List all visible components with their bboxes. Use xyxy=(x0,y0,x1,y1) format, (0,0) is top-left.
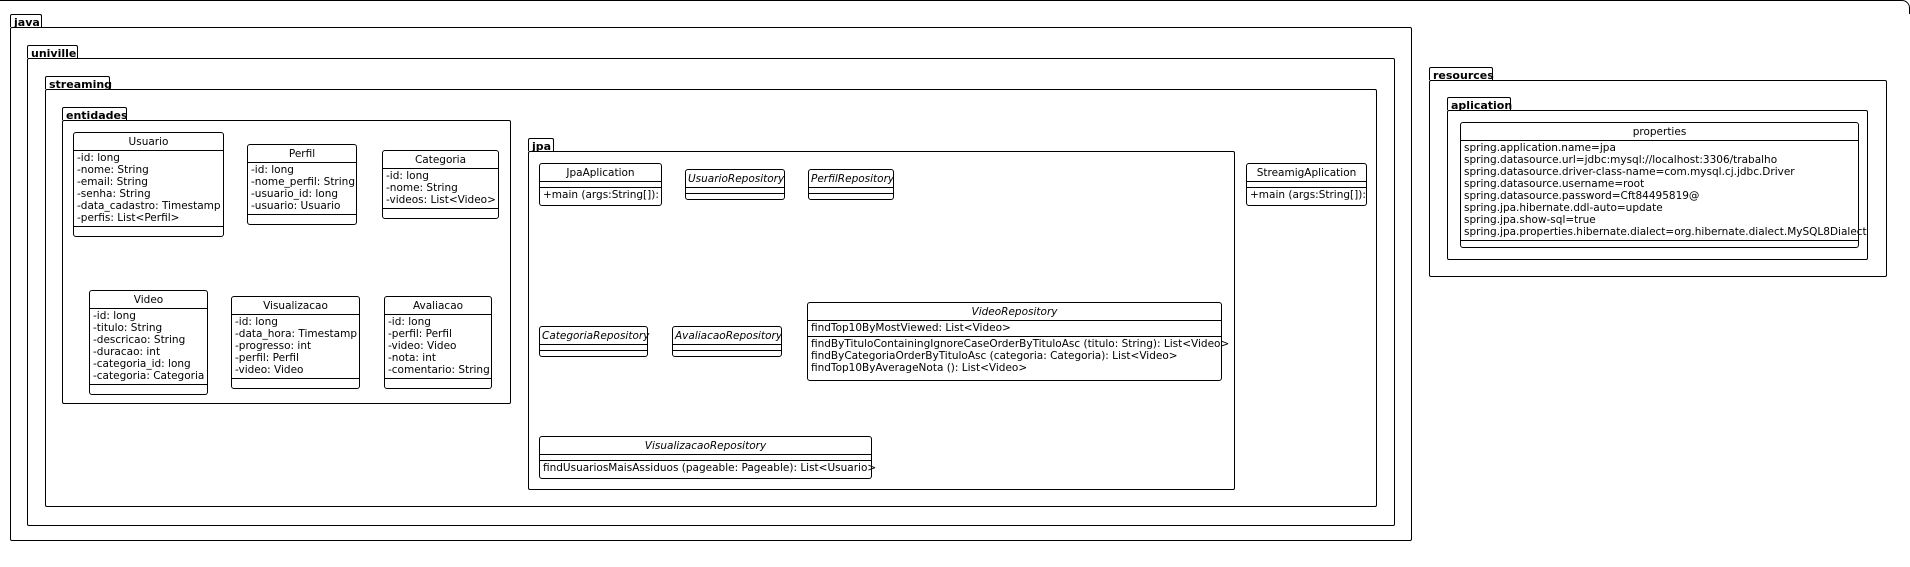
class-fields: -id: long -data_hora: Timestamp -progres… xyxy=(232,315,359,378)
method: findTop10ByAverageNota (): List<Video> xyxy=(811,362,1028,374)
field: -nome: String xyxy=(77,164,149,176)
field: -comentario: String xyxy=(388,364,490,376)
class-title: Video xyxy=(133,294,164,306)
class-fields: -id: long -nome: String -email: String -… xyxy=(74,151,223,226)
method: findUsuariosMaisAssiduos (pageable: Page… xyxy=(543,462,877,474)
field: -video: Video xyxy=(388,340,457,352)
field: -duracao: int xyxy=(93,346,161,358)
method: +main (args:String[]): xyxy=(1250,189,1366,201)
field: -usuario_id: long xyxy=(251,188,339,200)
class-title: Categoria xyxy=(414,154,467,166)
class-properties: properties spring.application.name=jpa s… xyxy=(1460,122,1867,248)
class-fields: -id: long -titulo: String -descricao: St… xyxy=(90,309,207,384)
field: -categoria_id: long xyxy=(93,358,191,370)
class-fields: -id: long -nome: String -videos: List<Vi… xyxy=(383,169,498,208)
property: spring.datasource.driver-class-name=com.… xyxy=(1464,166,1795,178)
property: spring.datasource.username=root xyxy=(1464,178,1645,190)
class-jpa-aplication: JpaAplication +main (args:String[]): xyxy=(539,163,662,206)
field: -id: long xyxy=(388,316,431,328)
field: -email: String xyxy=(77,176,148,188)
class-title: JpaAplication xyxy=(566,167,635,179)
package-tab-java: java xyxy=(10,14,42,29)
class-fields: findTop10ByMostViewed: List<Video> xyxy=(808,321,1221,336)
property: spring.datasource.password=Cft84495819@ xyxy=(1464,190,1700,202)
property: spring.jpa.show-sql=true xyxy=(1464,214,1596,226)
class-title: VideoRepository xyxy=(971,306,1058,318)
package-tab-entidades: entidades xyxy=(62,107,128,122)
field: -data_hora: Timestamp xyxy=(235,328,358,340)
class-title: PerfilRepository xyxy=(811,173,895,185)
class-title: Visualizacao xyxy=(263,300,328,312)
class-title: properties xyxy=(1632,126,1687,138)
field: -videos: List<Video> xyxy=(386,194,496,206)
class-methods: findByTituloContainingIgnoreCaseOrderByT… xyxy=(808,337,1230,376)
field: -titulo: String xyxy=(93,322,163,334)
class-video: Video -id: long -titulo: String -descric… xyxy=(89,290,208,395)
class-fields: spring.application.name=jpa spring.datas… xyxy=(1461,141,1867,240)
field: -perfis: List<Perfil> xyxy=(77,212,180,224)
class-visualizacao: Visualizacao -id: long -data_hora: Times… xyxy=(231,296,360,389)
interface-categoria-repository: CategoriaRepository xyxy=(539,326,650,357)
interface-visualizacao-repository: VisualizacaoRepository findUsuariosMaisA… xyxy=(539,436,877,479)
method: findByCategoriaOrderByTituloAsc (categor… xyxy=(811,350,1178,362)
property: spring.jpa.hibernate.ddl-auto=update xyxy=(1464,202,1663,214)
class-title: VisualizacaoRepository xyxy=(644,440,767,452)
field: -id: long xyxy=(235,316,278,328)
field: -id: long xyxy=(251,164,294,176)
interface-perfil-repository: PerfilRepository xyxy=(808,169,894,200)
class-title: Avaliacao xyxy=(412,300,464,312)
class-title: AvaliacaoRepository xyxy=(675,330,783,342)
field: -nota: int xyxy=(388,352,436,364)
field: -id: long xyxy=(77,152,120,164)
class-usuario: Usuario -id: long -nome: String -email: … xyxy=(73,132,224,237)
field: -perfil: Perfil xyxy=(388,328,452,340)
interface-usuario-repository: UsuarioRepository xyxy=(685,169,785,200)
package-tab-aplication: aplication xyxy=(1447,97,1512,112)
field: -nome: String xyxy=(386,182,458,194)
class-title: StreamigAplication xyxy=(1256,167,1357,179)
field: -categoria: Categoria xyxy=(93,370,205,382)
class-fields: -id: long -perfil: Perfil -video: Video … xyxy=(385,315,491,378)
interface-video-repository: VideoRepository findTop10ByMostViewed: L… xyxy=(807,302,1230,381)
class-methods: +main (args:String[]): xyxy=(540,188,661,203)
class-title: UsuarioRepository xyxy=(688,173,785,185)
class-title: Usuario xyxy=(128,136,169,148)
package-tab-resources: resources xyxy=(1429,67,1494,82)
class-methods: findUsuariosMaisAssiduos (pageable: Page… xyxy=(540,461,877,476)
field: -perfil: Perfil xyxy=(235,352,299,364)
field: -usuario: Usuario xyxy=(251,200,341,212)
class-perfil: Perfil -id: long -nome_perfil: String -u… xyxy=(247,144,357,225)
package-tab-streaming: streaming xyxy=(45,76,112,91)
field: -nome_perfil: String xyxy=(251,176,355,188)
interface-avaliacao-repository: AvaliacaoRepository xyxy=(672,326,782,357)
field: -id: long xyxy=(386,170,429,182)
field: -video: Video xyxy=(235,364,304,376)
class-methods: +main (args:String[]): xyxy=(1247,188,1366,203)
class-streamig-aplication: StreamigAplication +main (args:String[])… xyxy=(1246,163,1367,206)
package-tab-univille: univille xyxy=(27,45,78,60)
class-title: Perfil xyxy=(288,148,316,160)
property: spring.datasource.url=jdbc:mysql://local… xyxy=(1464,154,1778,166)
method: findByTituloContainingIgnoreCaseOrderByT… xyxy=(811,338,1230,350)
field: -senha: String xyxy=(77,188,151,200)
class-title: CategoriaRepository xyxy=(542,330,650,342)
diagram-frame xyxy=(0,0,1910,14)
method: +main (args:String[]): xyxy=(543,189,659,201)
field: -progresso: int xyxy=(235,340,312,352)
property: spring.application.name=jpa xyxy=(1464,142,1616,154)
class-categoria: Categoria -id: long -nome: String -video… xyxy=(382,150,499,219)
class-avaliacao: Avaliacao -id: long -perfil: Perfil -vid… xyxy=(384,296,492,389)
field: -data_cadastro: Timestamp xyxy=(77,200,221,212)
property: spring.jpa.properties.hibernate.dialect=… xyxy=(1464,226,1867,238)
field: -descricao: String xyxy=(93,334,186,346)
package-tab-jpa: jpa xyxy=(528,138,554,153)
field: findTop10ByMostViewed: List<Video> xyxy=(811,322,1011,334)
class-fields: -id: long -nome_perfil: String -usuario_… xyxy=(248,163,356,214)
field: -id: long xyxy=(93,310,136,322)
